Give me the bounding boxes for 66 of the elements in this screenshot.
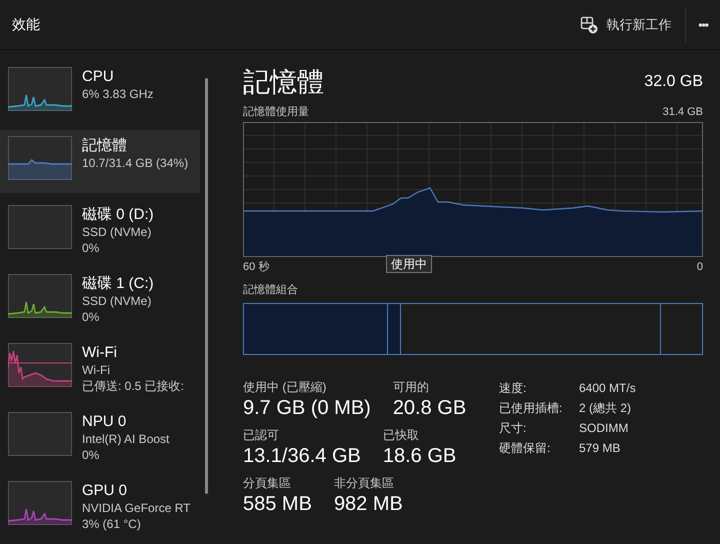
spec-label: 已使用插槽: bbox=[499, 400, 564, 417]
device-name: 磁碟 1 (C:) bbox=[82, 274, 154, 293]
sidebar-item[interactable]: Wi-Fi Wi-Fi 已傳送: 0.5 已接收: bbox=[0, 337, 200, 400]
more-options-button[interactable]: ••• bbox=[686, 14, 720, 36]
device-detail: SSD (NVMe) bbox=[82, 293, 152, 309]
stat-value: 13.1/36.4 GB bbox=[243, 444, 361, 469]
tooltip: 使用中 bbox=[386, 255, 432, 273]
page-title: 效能 bbox=[12, 16, 40, 34]
sidebar-item[interactable]: 磁碟 1 (C:) SSD (NVMe) 0% bbox=[0, 268, 200, 331]
device-detail: 0% bbox=[82, 309, 100, 325]
usage-thumbnail bbox=[8, 205, 72, 249]
stat-value: 20.8 GB bbox=[392, 396, 466, 421]
usage-thumbnail bbox=[8, 274, 72, 318]
device-name: NPU 0 bbox=[82, 412, 128, 431]
device-name: CPU bbox=[82, 67, 115, 86]
spec-value: SODIMM bbox=[579, 420, 630, 437]
chart-label: 記憶體使用量 bbox=[243, 105, 309, 119]
sidebar-item[interactable]: NPU 0 Intel(R) AI Boost 0% bbox=[0, 406, 200, 469]
device-detail: Wi-Fi bbox=[82, 362, 111, 378]
device-detail: NVIDIA GeForce RT bbox=[82, 500, 190, 516]
device-name: GPU 0 bbox=[82, 481, 128, 500]
section-title: 記憶體 bbox=[243, 66, 324, 99]
usage-thumbnail bbox=[8, 136, 72, 180]
device-detail: 10.7/31.4 GB (34%) bbox=[82, 155, 188, 171]
device-name: Wi-Fi bbox=[82, 343, 118, 362]
spec-value: 579 MB bbox=[579, 440, 622, 457]
usage-thumbnail bbox=[8, 67, 72, 111]
sidebar-item[interactable]: CPU 6% 3.83 GHz bbox=[0, 61, 200, 124]
scrollbar[interactable] bbox=[205, 78, 208, 494]
time-axis-label: 60 秒 bbox=[243, 260, 270, 274]
new-task-icon bbox=[580, 16, 598, 34]
device-name: 記憶體 bbox=[82, 136, 128, 155]
usage-thumbnail bbox=[8, 481, 72, 525]
stat-label: 已認可 bbox=[243, 427, 280, 443]
device-detail: 已傳送: 0.5 已接收: bbox=[82, 378, 184, 394]
total-capacity: 32.0 GB bbox=[644, 73, 703, 91]
chart-label: 記憶體組合 bbox=[243, 283, 299, 297]
device-detail: 3% (61 °C) bbox=[82, 516, 142, 532]
stat-value: 9.7 GB (0 MB) bbox=[243, 396, 371, 421]
chart-max-label: 31.4 GB bbox=[662, 105, 703, 119]
spec-label: 硬體保留: bbox=[499, 440, 552, 457]
device-name: 磁碟 0 (D:) bbox=[82, 205, 154, 224]
device-detail: 0% bbox=[82, 447, 100, 463]
device-detail: 0% bbox=[82, 240, 100, 256]
spec-label: 速度: bbox=[499, 380, 528, 397]
usage-thumbnail bbox=[8, 343, 72, 387]
sidebar-item[interactable]: 磁碟 0 (D:) SSD (NVMe) 0% bbox=[0, 199, 200, 262]
device-detail: Intel(R) AI Boost bbox=[82, 431, 170, 447]
sidebar-item[interactable]: GPU 0 NVIDIA GeForce RT 3% (61 °C) bbox=[0, 475, 200, 538]
stat-label: 已快取 bbox=[382, 427, 420, 443]
time-axis-label: 0 bbox=[696, 260, 703, 274]
stat-label: 使用中 (已壓縮) bbox=[243, 379, 328, 395]
stat-value: 982 MB bbox=[334, 492, 403, 517]
spec-label: 尺寸: bbox=[499, 420, 528, 437]
stat-value: 585 MB bbox=[243, 492, 312, 517]
stat-label: 可用的 bbox=[392, 379, 430, 395]
usage-thumbnail bbox=[8, 412, 72, 456]
device-detail: 6% 3.83 GHz bbox=[82, 86, 154, 102]
stat-label: 非分頁集區 bbox=[334, 475, 395, 491]
sidebar-item[interactable]: 記憶體 10.7/31.4 GB (34%) bbox=[0, 130, 200, 193]
stat-value: 18.6 GB bbox=[382, 444, 456, 469]
spec-value: 2 (總共 2) bbox=[579, 400, 632, 417]
device-detail: SSD (NVMe) bbox=[82, 224, 152, 240]
run-new-task-button[interactable]: 執行新工作 bbox=[572, 12, 680, 38]
spec-value: 6400 MT/s bbox=[579, 380, 636, 397]
stat-label: 分頁集區 bbox=[243, 475, 292, 491]
